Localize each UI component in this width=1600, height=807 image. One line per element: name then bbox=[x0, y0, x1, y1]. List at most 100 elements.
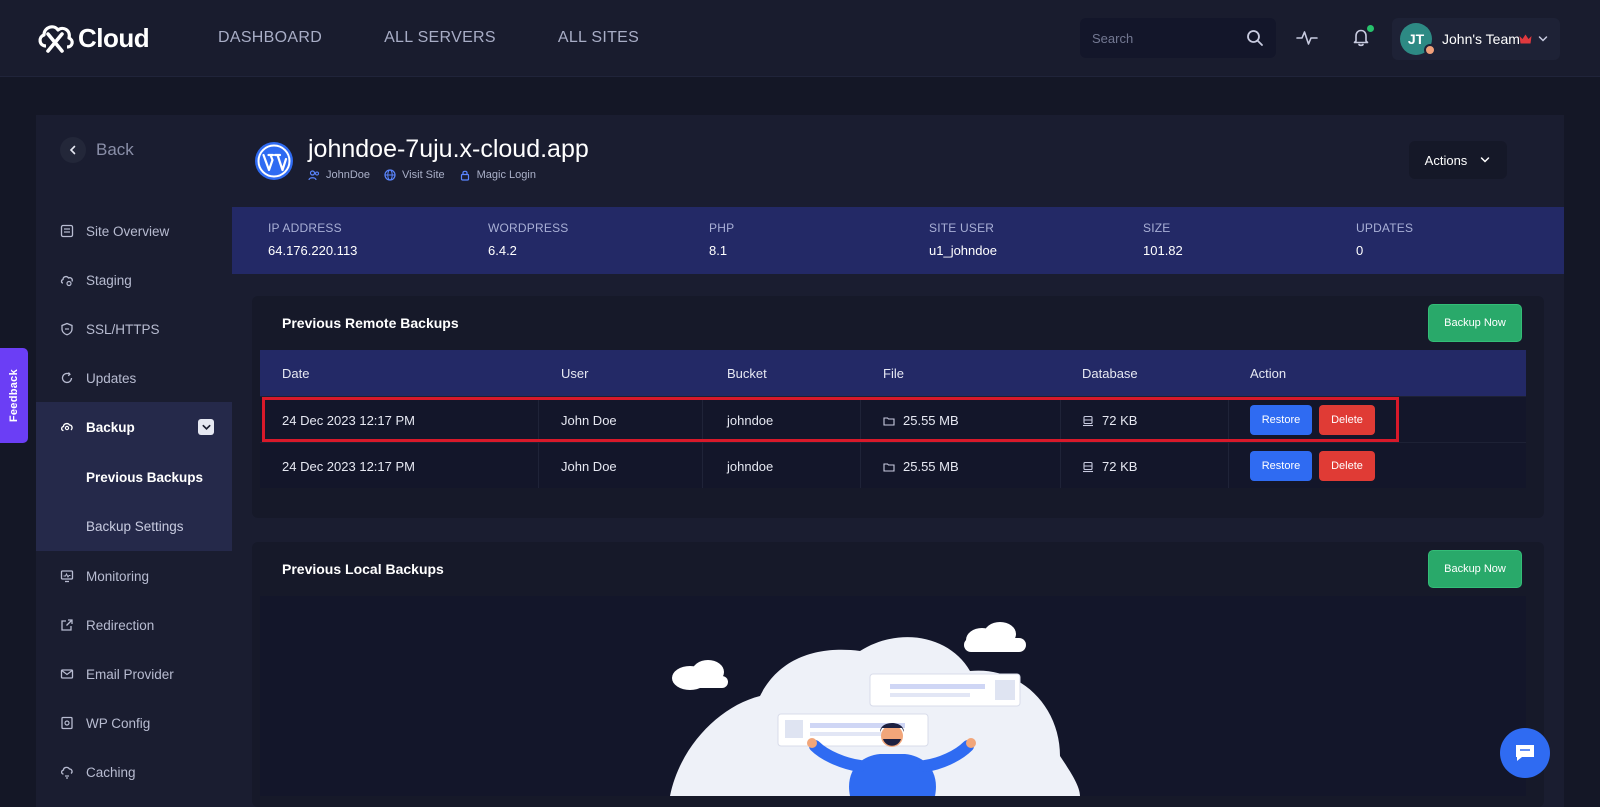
sidebar-item-site-overview[interactable]: Site Overview bbox=[36, 206, 232, 256]
nav-all-sites[interactable]: ALL SITES bbox=[558, 29, 639, 47]
column-header: Database bbox=[1082, 366, 1138, 381]
sidebar-item-wp-config[interactable]: WP Config bbox=[36, 698, 232, 748]
card-title: Previous Local Backups bbox=[282, 561, 444, 577]
notifications-button[interactable] bbox=[1350, 25, 1374, 48]
team-icon bbox=[308, 170, 319, 181]
sidebar-item-updates[interactable]: Updates bbox=[36, 353, 232, 403]
backup-icon bbox=[60, 422, 73, 432]
cell-bucket: johndoe bbox=[727, 413, 774, 428]
search-box bbox=[1080, 18, 1276, 58]
sidebar-item-ssl[interactable]: SSL/HTTPS bbox=[36, 304, 232, 354]
stat-ip-address: IP ADDRESS 64.176.220.113 bbox=[268, 221, 357, 258]
stat-label: WORDPRESS bbox=[488, 221, 569, 235]
delete-button[interactable]: Delete bbox=[1319, 451, 1375, 481]
sidebar-item-staging[interactable]: Staging bbox=[36, 255, 232, 305]
sidebar-subitem-previous-backups[interactable]: Previous Backups bbox=[36, 452, 232, 502]
stat-label: PHP bbox=[709, 221, 735, 235]
cache-icon bbox=[60, 766, 73, 779]
stat-label: UPDATES bbox=[1356, 221, 1414, 235]
restore-button[interactable]: Restore bbox=[1250, 405, 1312, 435]
column-divider bbox=[1060, 443, 1061, 488]
cell-database: 72 KB bbox=[1082, 459, 1137, 474]
sidebar-item-label: Redirection bbox=[86, 617, 155, 633]
sidebar-item-label: Email Provider bbox=[86, 666, 174, 682]
sidebar-item-backup[interactable]: Backup bbox=[36, 402, 232, 452]
column-header: File bbox=[883, 366, 904, 381]
cell-date: 24 Dec 2023 12:17 PM bbox=[282, 413, 415, 428]
activity-pulse-icon[interactable] bbox=[1296, 27, 1318, 49]
chevron-down-icon bbox=[1538, 36, 1548, 42]
brand-logo[interactable]: Cloud bbox=[36, 20, 150, 54]
stat-value: 64.176.220.113 bbox=[268, 243, 358, 258]
stat-value: 101.82 bbox=[1143, 243, 1183, 258]
cell-user: John Doe bbox=[561, 413, 617, 428]
sidebar-item-label: Monitoring bbox=[86, 568, 150, 584]
restore-button[interactable]: Restore bbox=[1250, 451, 1312, 481]
file-size: 25.55 MB bbox=[903, 459, 959, 474]
column-divider bbox=[1228, 397, 1229, 442]
team-switcher[interactable]: JT John's Team bbox=[1392, 18, 1560, 60]
stat-label: SITE USER bbox=[929, 221, 995, 235]
stat-value: 6.4.2 bbox=[488, 243, 517, 258]
cell-database: 72 KB bbox=[1082, 413, 1137, 428]
back-label: Back bbox=[96, 140, 134, 159]
search-input[interactable] bbox=[1092, 28, 1242, 48]
sidebar-item-email-provider[interactable]: Email Provider bbox=[36, 649, 232, 699]
nav-all-servers[interactable]: ALL SERVERS bbox=[384, 29, 496, 47]
chat-button[interactable] bbox=[1500, 728, 1550, 778]
backup-now-button[interactable]: Backup Now bbox=[1428, 304, 1522, 342]
feedback-tab[interactable]: Feedback bbox=[0, 348, 28, 443]
notification-dot bbox=[1367, 25, 1374, 32]
remote-backups-card: Previous Remote Backups Backup Now Date … bbox=[252, 296, 1544, 518]
column-divider bbox=[538, 397, 539, 442]
local-backups-card: Previous Local Backups Backup Now bbox=[252, 542, 1544, 807]
table-row: 24 Dec 2023 12:17 PM John Doe johndoe 25… bbox=[260, 396, 1526, 442]
lock-icon bbox=[460, 170, 469, 181]
nav-dashboard[interactable]: DASHBOARD bbox=[218, 29, 322, 47]
sidebar-item-redirection[interactable]: Redirection bbox=[36, 600, 232, 650]
column-divider bbox=[860, 397, 861, 442]
column-divider bbox=[702, 443, 703, 488]
site-overview-icon bbox=[60, 224, 74, 238]
stat-label: IP ADDRESS bbox=[268, 221, 342, 235]
main-panel: johndoe-7uju.x-cloud.app JohnDoe Visit S… bbox=[232, 115, 1564, 807]
team-name: John's Team bbox=[1442, 31, 1520, 47]
chevron-down-icon[interactable] bbox=[198, 419, 214, 435]
magic-login-link[interactable]: Magic Login bbox=[459, 169, 536, 181]
feedback-label: Feedback bbox=[8, 368, 20, 423]
config-file-icon bbox=[61, 716, 73, 730]
column-header: User bbox=[561, 366, 589, 381]
stat-site-user: SITE USER u1_johndoe bbox=[929, 221, 997, 258]
sidebar-item-label: Caching bbox=[86, 764, 136, 780]
staging-icon bbox=[60, 275, 73, 287]
stat-label: SIZE bbox=[1143, 221, 1171, 235]
crown-icon bbox=[1519, 34, 1532, 44]
top-navbar: Cloud DASHBOARD ALL SERVERS ALL SITES JT… bbox=[0, 0, 1600, 77]
site-title: johndoe-7uju.x-cloud.app bbox=[308, 135, 589, 163]
search-icon[interactable] bbox=[1246, 29, 1264, 47]
actions-label: Actions bbox=[1424, 152, 1468, 168]
sidebar-item-label: Staging bbox=[86, 272, 132, 288]
sidebar-item-monitoring[interactable]: Monitoring bbox=[36, 551, 232, 601]
sidebar-item-label: Site Overview bbox=[86, 223, 170, 239]
stat-size: SIZE 101.82 bbox=[1143, 221, 1183, 258]
backup-now-button[interactable]: Backup Now bbox=[1428, 550, 1522, 588]
mail-icon bbox=[60, 669, 74, 679]
column-header: Bucket bbox=[727, 366, 767, 381]
stat-wordpress: WORDPRESS 6.4.2 bbox=[488, 221, 568, 258]
column-divider bbox=[860, 443, 861, 488]
site-owner[interactable]: JohnDoe bbox=[308, 169, 370, 181]
back-button[interactable]: Back bbox=[60, 137, 134, 163]
sidebar-item-label: WP Config bbox=[86, 715, 151, 731]
actions-dropdown[interactable]: Actions bbox=[1409, 141, 1507, 179]
sidebar-item-caching[interactable]: Caching bbox=[36, 747, 232, 797]
site-stats-bar: IP ADDRESS 64.176.220.113 WORDPRESS 6.4.… bbox=[232, 207, 1564, 274]
sidebar-subitem-backup-settings[interactable]: Backup Settings bbox=[36, 501, 232, 551]
folder-icon bbox=[883, 462, 895, 472]
stat-value: 0 bbox=[1356, 243, 1364, 258]
delete-button[interactable]: Delete bbox=[1319, 405, 1375, 435]
visit-site-link[interactable]: Visit Site bbox=[384, 169, 445, 181]
stat-value: 8.1 bbox=[709, 243, 728, 258]
card-title: Previous Remote Backups bbox=[282, 315, 459, 331]
magic-login-label: Magic Login bbox=[476, 169, 536, 181]
